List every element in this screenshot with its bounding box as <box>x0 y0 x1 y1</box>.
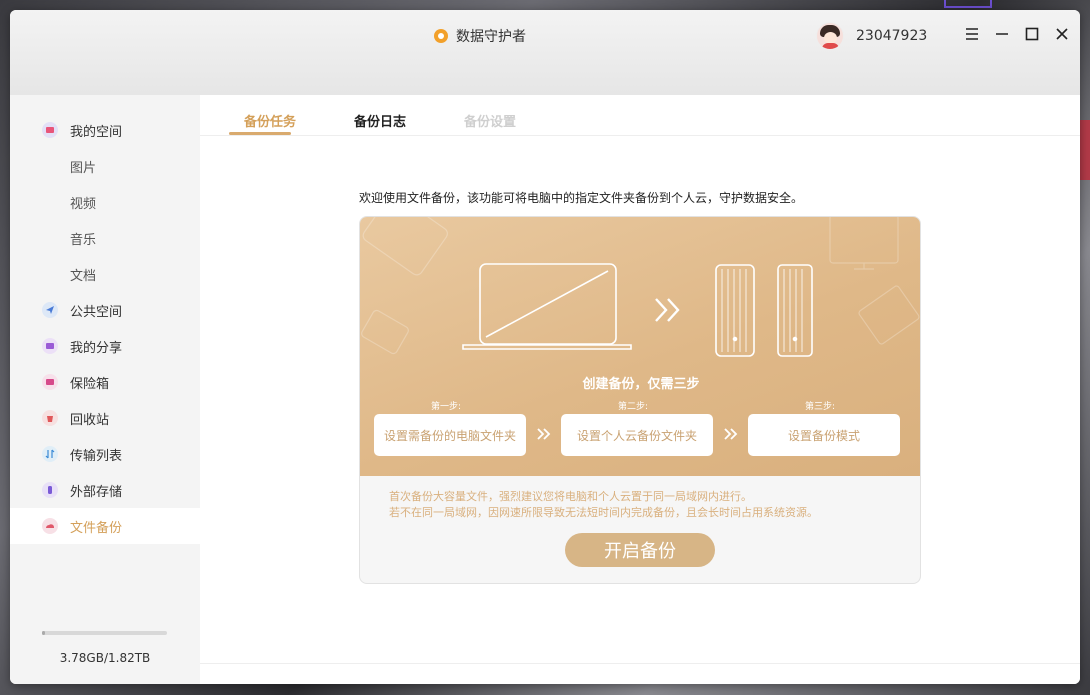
wallpaper-accent <box>1080 120 1090 180</box>
step-2-button[interactable]: 设置个人云备份文件夹 <box>561 414 713 456</box>
step-1-label: 第一步: <box>431 402 462 412</box>
sidebar-item-label: 传输列表 <box>70 448 123 464</box>
notice-line-1: 首次备份大容量文件，强烈建议您将电脑和个人云置于同一局域网内进行。 <box>389 490 752 503</box>
sidebar-item-external-storage[interactable]: 外部存储 <box>10 472 200 508</box>
sidebar-item-label: 回收站 <box>70 412 110 428</box>
close-button[interactable] <box>1054 26 1070 42</box>
minimize-icon <box>996 33 1008 35</box>
storage-usage-text: 3.78GB/1.82TB <box>59 651 151 665</box>
sidebar-item-my-share[interactable]: 我的分享 <box>10 328 200 364</box>
divider <box>200 663 1080 664</box>
external-storage-icon <box>42 482 58 498</box>
app-title-text: 数据守护者 <box>456 29 526 45</box>
app-logo-icon <box>434 29 448 43</box>
sidebar-item-label: 音乐 <box>70 232 97 248</box>
tab-backup-tasks[interactable]: 备份任务 <box>244 111 296 130</box>
avatar[interactable] <box>816 22 844 50</box>
intro-text: 欢迎使用文件备份，该功能可将电脑中的指定文件夹备份到个人云，守护数据安全。 <box>359 191 804 205</box>
tab-backup-settings[interactable]: 备份设置 <box>464 111 516 130</box>
step-3-button[interactable]: 设置备份模式 <box>748 414 900 456</box>
maximize-button[interactable] <box>1024 26 1040 42</box>
sidebar-item-transfer-list[interactable]: 传输列表 <box>10 436 200 472</box>
active-tab-indicator <box>229 132 291 135</box>
sidebar-item-my-space[interactable]: 我的空间 <box>10 112 200 148</box>
steps-title: 创建备份，仅需三步 <box>582 377 700 392</box>
sidebar-item-label: 视频 <box>70 196 97 212</box>
sidebar-item-label: 我的空间 <box>70 124 123 140</box>
window-controls <box>964 26 1070 42</box>
app-window: 数据守护者 23047923 我的空间 图片 视频 音乐 文档 公共空间 我的分… <box>10 10 1080 684</box>
sidebar-item-label: 保险箱 <box>70 376 110 392</box>
sidebar-item-documents[interactable]: 文档 <box>10 256 200 292</box>
tab-bar: 备份任务 备份日志 备份设置 <box>200 95 1080 136</box>
step-3-label: 第三步: <box>805 402 836 412</box>
start-backup-button[interactable]: 开启备份 <box>565 533 715 567</box>
chevron-right-icon <box>724 428 738 440</box>
wallpaper-accent <box>944 0 992 8</box>
sidebar-item-public-space[interactable]: 公共空间 <box>10 292 200 328</box>
sidebar-item-label: 图片 <box>70 160 97 176</box>
file-backup-icon <box>42 518 58 534</box>
minimize-button[interactable] <box>994 26 1010 42</box>
user-info[interactable]: 23047923 <box>816 22 927 50</box>
chevron-right-icon <box>537 428 551 440</box>
backup-illustration <box>361 217 920 357</box>
my-space-icon <box>42 122 58 138</box>
trash-icon <box>42 410 58 426</box>
sidebar-item-label: 文档 <box>70 268 97 284</box>
share-icon <box>42 338 58 354</box>
public-space-icon <box>42 302 58 318</box>
storage-usage-bar <box>42 631 167 635</box>
safe-box-icon <box>42 374 58 390</box>
sidebar-item-images[interactable]: 图片 <box>10 148 200 184</box>
app-title: 数据守护者 <box>434 26 526 46</box>
sidebar: 我的空间 图片 视频 音乐 文档 公共空间 我的分享 保险箱 回收站 传输列表 … <box>10 95 200 684</box>
sidebar-item-label: 外部存储 <box>70 484 123 500</box>
sidebar-item-file-backup[interactable]: 文件备份 <box>10 508 200 544</box>
maximize-icon <box>1025 27 1039 41</box>
step-2-label: 第二步: <box>618 402 649 412</box>
notice-line-2: 若不在同一局域网，因网速所限导致无法短时间内完成备份，且会长时间占用系统资源。 <box>389 506 818 519</box>
menu-button[interactable] <box>964 26 980 42</box>
sidebar-item-videos[interactable]: 视频 <box>10 184 200 220</box>
menu-icon <box>966 28 978 40</box>
close-icon <box>1056 28 1068 40</box>
sidebar-item-label: 公共空间 <box>70 304 123 320</box>
step-1-button[interactable]: 设置需备份的电脑文件夹 <box>374 414 526 456</box>
sidebar-item-music[interactable]: 音乐 <box>10 220 200 256</box>
sidebar-item-label: 文件备份 <box>70 520 123 536</box>
backup-guide-card: 创建备份，仅需三步 第一步: 设置需备份的电脑文件夹 第二步: 设置个人云备份文… <box>359 216 921 584</box>
username: 23047923 <box>856 28 928 44</box>
transfer-icon <box>42 446 58 462</box>
storage-usage-fill <box>42 631 45 635</box>
sidebar-item-label: 我的分享 <box>70 340 123 356</box>
backup-illustration-panel: 创建备份，仅需三步 第一步: 设置需备份的电脑文件夹 第二步: 设置个人云备份文… <box>360 217 920 476</box>
main-content: 备份任务 备份日志 备份设置 欢迎使用文件备份，该功能可将电脑中的指定文件夹备份… <box>200 95 1080 684</box>
title-bar[interactable]: 数据守护者 23047923 <box>10 10 1080 95</box>
tab-backup-log[interactable]: 备份日志 <box>354 111 406 130</box>
sidebar-item-trash[interactable]: 回收站 <box>10 400 200 436</box>
sidebar-item-safe-box[interactable]: 保险箱 <box>10 364 200 400</box>
